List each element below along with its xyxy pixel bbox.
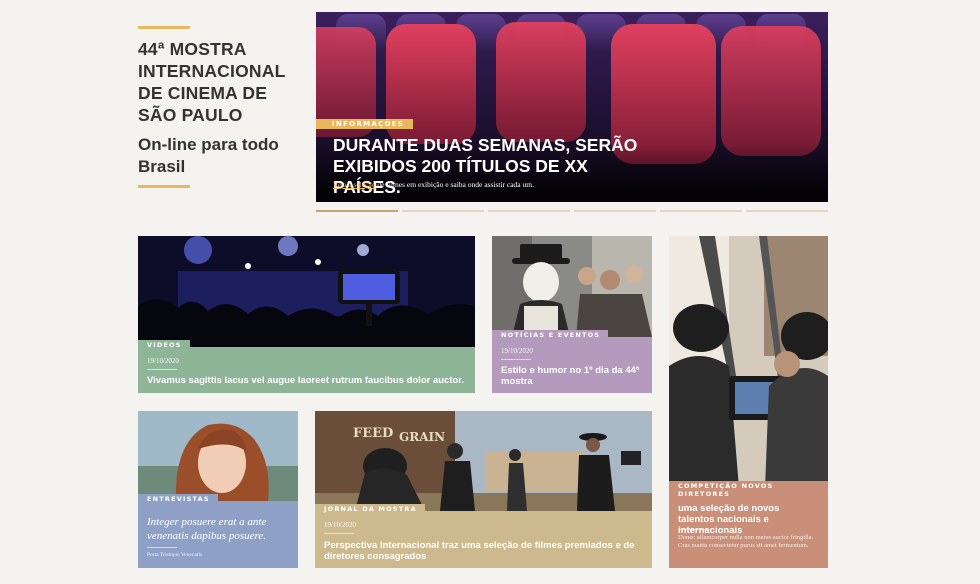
slide-indicator-2[interactable] [402,210,484,212]
competition-category-badge: COMPETIÇÃO NOVOS DIRETORES [669,481,828,499]
hero-slide[interactable]: INFORMAÇÕES DURANTE DUAS SEMANAS, SERÃO … [316,12,828,202]
slide-indicator-1[interactable] [316,210,398,212]
interviews-quote[interactable]: Integer posuere erat a ante venenatis da… [147,515,290,543]
slide-indicator-5[interactable] [660,210,742,212]
western-film-set-image: FEED GRAIN [315,411,652,511]
journal-divider [324,533,354,534]
festival-title: 44ª MOSTRA INTERNACIONAL DE CINEMA DE SÃ… [138,39,286,125]
competition-excerpt: Donec ullamcorper nulla non metus auctor… [678,534,814,549]
videos-category-badge: VIDEOS [138,340,190,350]
competition-headline[interactable]: uma seleção de novos talentos nacionais … [678,503,818,536]
news-date: 19/10/2020 [501,347,533,355]
news-divider [501,359,531,360]
videos-divider [147,369,177,370]
journal-date: 19/10/2020 [324,521,356,529]
hero-category-badge: INFORMAÇÕES [316,119,414,129]
slide-indicator-6[interactable] [746,210,828,212]
svg-text:GRAIN: GRAIN [399,430,445,444]
videos-card-meta: VIDEOS 19/10/2020 Vivamus sagittis lacus… [138,340,475,393]
competition-card-meta: COMPETIÇÃO NOVOS DIRETORES uma seleção d… [669,481,828,568]
svg-text:FEED: FEED [353,426,393,441]
competition-card[interactable]: COMPETIÇÃO NOVOS DIRETORES uma seleção d… [669,236,828,568]
journal-headline[interactable]: Perspectiva Internacional traz uma seleç… [324,540,642,562]
interviews-card[interactable]: ENTREVISTAS Integer posuere erat a ante … [138,411,298,568]
news-category-badge: NOTÍCIAS E EVENTOS [492,330,609,340]
festival-subtitle: On-line para todo Brasil [138,135,279,176]
title-rule-top [138,26,190,29]
interviews-divider [147,547,177,548]
news-card-meta: NOTÍCIAS E EVENTOS 19/10/2020 Estilo e h… [492,330,652,393]
competition-divider [678,529,708,530]
portrait-image [138,411,298,501]
videos-headline[interactable]: Vivamus sagittis lacus vel augue laoreet… [147,375,465,386]
news-card[interactable]: NOTÍCIAS E EVENTOS 19/10/2020 Estilo e h… [492,236,652,393]
videos-card[interactable]: VIDEOS 19/10/2020 Vivamus sagittis lacus… [138,236,475,393]
interviews-card-meta: ENTREVISTAS Integer posuere erat a ante … [138,494,298,568]
mime-performer-image [492,236,652,337]
concert-image [138,236,475,347]
interviews-author: Porta Tristique Venenatis [147,552,203,558]
journal-card[interactable]: FEED GRAIN JORNAL DA MOSTRA 19/10/2020 P… [315,411,652,568]
interviews-category-badge: ENTREVISTAS [138,494,218,504]
slide-indicator-3[interactable] [488,210,570,212]
news-headline[interactable]: Estilo e humor no 1º dia da 44ª mostra [501,365,642,387]
videos-date: 19/10/2020 [147,357,179,365]
festival-header: 44ª MOSTRA INTERNACIONAL DE CINEMA DE SÃ… [138,26,303,188]
slide-indicator-4[interactable] [574,210,656,212]
journal-card-meta: JORNAL DA MOSTRA 19/10/2020 Perspectiva … [315,504,652,568]
hero-link[interactable]: Veja a seleção [333,180,375,189]
film-crew-image [669,236,828,488]
hero-subtext: Veja a seleção de filmes em exibição e s… [333,180,534,189]
journal-category-badge: JORNAL DA MOSTRA [315,504,425,514]
hero-slider-progress [316,210,828,212]
title-rule-bottom [138,185,190,188]
hero-subtext-body: de filmes em exibição e saiba onde assis… [375,180,534,189]
